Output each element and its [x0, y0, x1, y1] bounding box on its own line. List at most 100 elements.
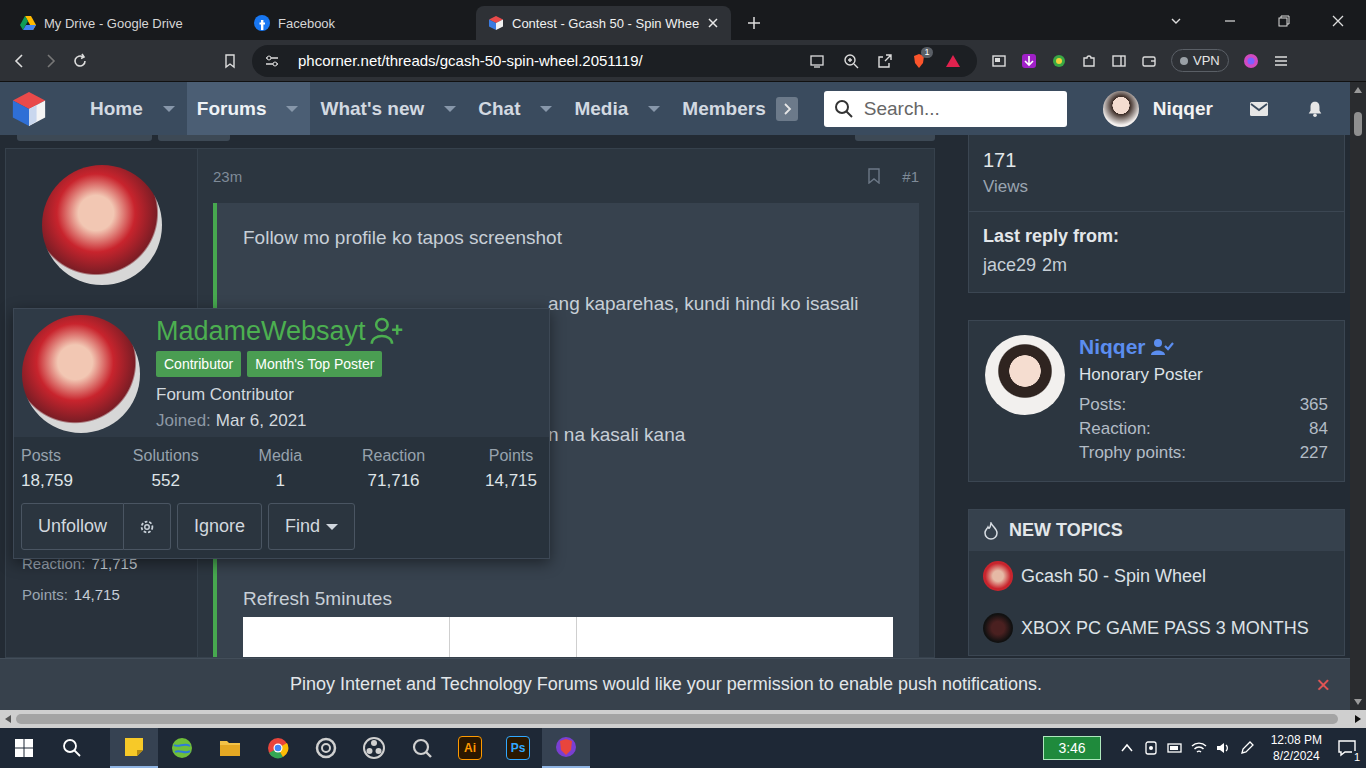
- taskbar-app[interactable]: Ai: [446, 728, 494, 768]
- author-avatar[interactable]: [42, 165, 162, 285]
- pen-icon[interactable]: [1239, 740, 1255, 756]
- volume-icon[interactable]: [1215, 740, 1231, 756]
- dropdown-caret-icon[interactable]: [444, 106, 456, 112]
- taskbar-app[interactable]: [398, 728, 446, 768]
- browser-tab[interactable]: Contest - Gcash 50 - Spin Whee: [476, 6, 731, 40]
- find-caret-icon: [326, 524, 338, 530]
- search-field[interactable]: Search...: [824, 91, 1067, 127]
- user-card-title: Honorary Poster: [1079, 365, 1328, 385]
- nav-item[interactable]: Members: [672, 82, 777, 135]
- nav-item[interactable]: Chat: [468, 82, 564, 135]
- account-menu[interactable]: Niqqer: [1103, 82, 1213, 135]
- tooltip-avatar[interactable]: [22, 315, 140, 433]
- member-stat-label: Points: [489, 447, 533, 465]
- browser-tab[interactable]: Facebook: [242, 6, 474, 40]
- toolbar-button[interactable]: [17, 135, 152, 141]
- taskbar-app[interactable]: [110, 728, 158, 768]
- dropdown-caret-icon[interactable]: [540, 106, 552, 112]
- tray-app-icon[interactable]: [1143, 740, 1159, 756]
- user-card: NiqqerHonorary PosterPosts:365Reaction:8…: [968, 320, 1345, 482]
- taskbar-app[interactable]: [350, 728, 398, 768]
- views-count: 171: [983, 147, 1330, 173]
- taskbar-app[interactable]: [206, 728, 254, 768]
- site-logo[interactable]: [0, 82, 80, 135]
- download-ext-icon[interactable]: [1021, 53, 1037, 69]
- tray-overflow-icon[interactable]: [1119, 740, 1135, 756]
- vpn-button[interactable]: VPN: [1171, 49, 1229, 72]
- menu-icon[interactable]: [1273, 53, 1289, 69]
- horizontal-scroll-thumb[interactable]: [16, 714, 1338, 724]
- bookmark-icon[interactable]: [868, 168, 880, 184]
- share-icon[interactable]: [877, 53, 893, 69]
- ignore-button[interactable]: Ignore: [177, 503, 262, 550]
- rewards-icon[interactable]: [945, 53, 961, 69]
- action-center[interactable]: 1: [1332, 739, 1362, 757]
- last-reply-user[interactable]: jace29: [983, 255, 1036, 276]
- battery-timer[interactable]: 3:46: [1043, 736, 1100, 760]
- taskbar-search-icon[interactable]: [62, 738, 82, 758]
- close-window-icon[interactable]: [1331, 14, 1345, 28]
- unfollow-button[interactable]: Unfollow: [21, 503, 124, 550]
- follow-settings-button[interactable]: [124, 503, 171, 550]
- member-name[interactable]: MadameWebsayt: [156, 315, 366, 347]
- back-icon[interactable]: [12, 53, 28, 69]
- post-time[interactable]: 23m: [213, 168, 242, 185]
- wifi-icon[interactable]: [1191, 740, 1207, 756]
- vertical-scroll-thumb[interactable]: [1354, 112, 1362, 136]
- tab-search-icon[interactable]: [1169, 14, 1183, 28]
- wallet-icon[interactable]: [1141, 53, 1157, 69]
- user-card-avatar[interactable]: [985, 335, 1065, 415]
- bookmark-icon[interactable]: [222, 53, 238, 69]
- brave-shield[interactable]: 1: [911, 53, 927, 69]
- new-topic-item[interactable]: XBOX PC GAME PASS 3 MONTHS: [969, 603, 1344, 655]
- toolbar-button[interactable]: [855, 135, 935, 141]
- nav-item[interactable]: Media: [564, 82, 672, 135]
- extension-icon[interactable]: [1051, 53, 1067, 69]
- close-tab-icon[interactable]: [707, 17, 719, 29]
- minimize-icon[interactable]: [1223, 14, 1237, 28]
- taskbar-app[interactable]: [302, 728, 350, 768]
- profile-icon[interactable]: [1243, 53, 1259, 69]
- scroll-left-icon[interactable]: [4, 714, 12, 724]
- reader-icon[interactable]: [991, 53, 1007, 69]
- notification-close-button[interactable]: ×: [1310, 671, 1336, 699]
- user-card-name[interactable]: Niqqer: [1079, 335, 1328, 359]
- cast-icon[interactable]: [809, 53, 825, 69]
- clock[interactable]: 12:08 PM8/2/2024: [1271, 732, 1322, 764]
- battery-icon[interactable]: [1167, 740, 1183, 756]
- new-topic-item[interactable]: Gcash 50 - Spin Wheel: [969, 551, 1344, 603]
- browser-tab[interactable]: My Drive - Google Drive: [8, 6, 240, 40]
- restore-icon[interactable]: [1277, 14, 1291, 28]
- user-plus-icon[interactable]: [370, 317, 404, 345]
- dropdown-caret-icon[interactable]: [648, 106, 660, 112]
- post-number[interactable]: #1: [902, 168, 919, 185]
- find-button[interactable]: Find: [268, 503, 355, 550]
- mail-icon[interactable]: [1249, 100, 1269, 118]
- zoom-icon[interactable]: [843, 53, 859, 69]
- horizontal-scrollbar[interactable]: [0, 710, 1366, 728]
- windows-start-icon[interactable]: [14, 738, 34, 758]
- nav-item[interactable]: What's new: [310, 82, 468, 135]
- scroll-down-icon[interactable]: [1353, 698, 1363, 706]
- toolbar-button[interactable]: [158, 135, 230, 141]
- ring-app-icon: [314, 736, 338, 760]
- taskbar-app[interactable]: [254, 728, 302, 768]
- dropdown-caret-icon[interactable]: [286, 106, 298, 112]
- bell-icon[interactable]: [1305, 100, 1325, 118]
- reload-icon[interactable]: [72, 53, 88, 69]
- scroll-up-icon[interactable]: [1353, 86, 1363, 94]
- new-tab-icon[interactable]: [747, 16, 761, 30]
- nav-scroll-button[interactable]: [776, 97, 798, 121]
- taskbar-app[interactable]: [542, 728, 590, 768]
- sidebar-icon[interactable]: [1111, 53, 1127, 69]
- puzzle-icon[interactable]: [1081, 53, 1097, 69]
- nav-item[interactable]: Home: [80, 82, 187, 135]
- taskbar-app[interactable]: Ps: [494, 728, 542, 768]
- dropdown-caret-icon[interactable]: [163, 106, 175, 112]
- vertical-scrollbar[interactable]: [1350, 82, 1366, 710]
- taskbar-app[interactable]: [158, 728, 206, 768]
- scroll-right-icon[interactable]: [1354, 714, 1362, 724]
- site-info-icon[interactable]: [264, 53, 280, 69]
- nav-item[interactable]: Forums: [187, 82, 311, 135]
- url-field[interactable]: phcorner.net/threads/gcash-50-spin-wheel…: [252, 45, 977, 77]
